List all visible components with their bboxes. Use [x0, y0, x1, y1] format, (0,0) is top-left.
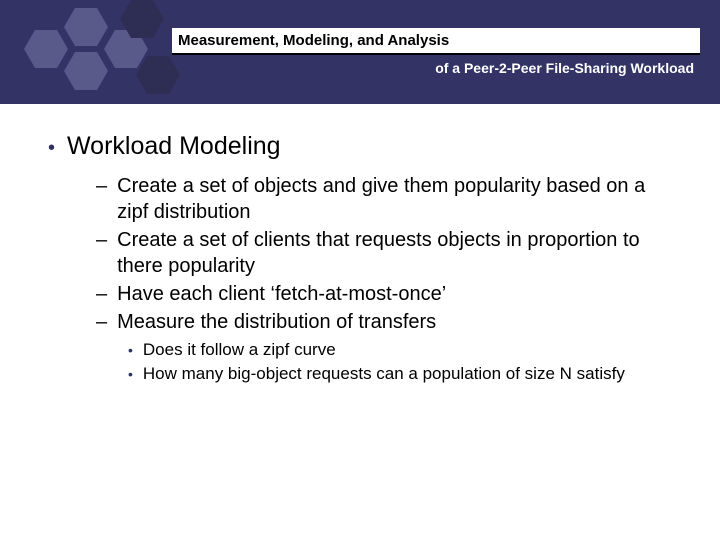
slide-title: Measurement, Modeling, and Analysis — [178, 32, 449, 49]
list-item: – Create a set of objects and give them … — [96, 173, 680, 225]
list-item: – Have each client ‘fetch-at-most-once’ — [96, 281, 680, 307]
slide-body: • Workload Modeling – Create a set of ob… — [0, 104, 720, 385]
main-bullet: • Workload Modeling — [48, 132, 680, 161]
list-item: • How many big-object requests can a pop… — [128, 363, 680, 385]
title-bar: Measurement, Modeling, and Analysis — [172, 28, 700, 55]
slide-header: Measurement, Modeling, and Analysis of a… — [0, 0, 720, 104]
list-item: – Measure the distribution of transfers — [96, 309, 680, 335]
bullet-icon: • — [128, 365, 133, 383]
sub-list: – Create a set of objects and give them … — [96, 173, 680, 385]
hex-logo — [18, 6, 178, 106]
bullet-icon: • — [128, 341, 133, 359]
list-item: • Does it follow a zipf curve — [128, 339, 680, 361]
dash-icon: – — [96, 309, 107, 335]
dash-icon: – — [96, 173, 107, 199]
slide-subtitle: of a Peer-2-Peer File-Sharing Workload — [435, 60, 694, 76]
list-item: – Create a set of clients that requests … — [96, 227, 680, 279]
dash-icon: – — [96, 281, 107, 307]
dash-icon: – — [96, 227, 107, 253]
main-heading: Workload Modeling — [67, 132, 281, 161]
bullet-icon: • — [48, 138, 55, 158]
subtitle-bar: of a Peer-2-Peer File-Sharing Workload — [172, 54, 700, 78]
subsub-list: • Does it follow a zipf curve • How many… — [128, 339, 680, 385]
